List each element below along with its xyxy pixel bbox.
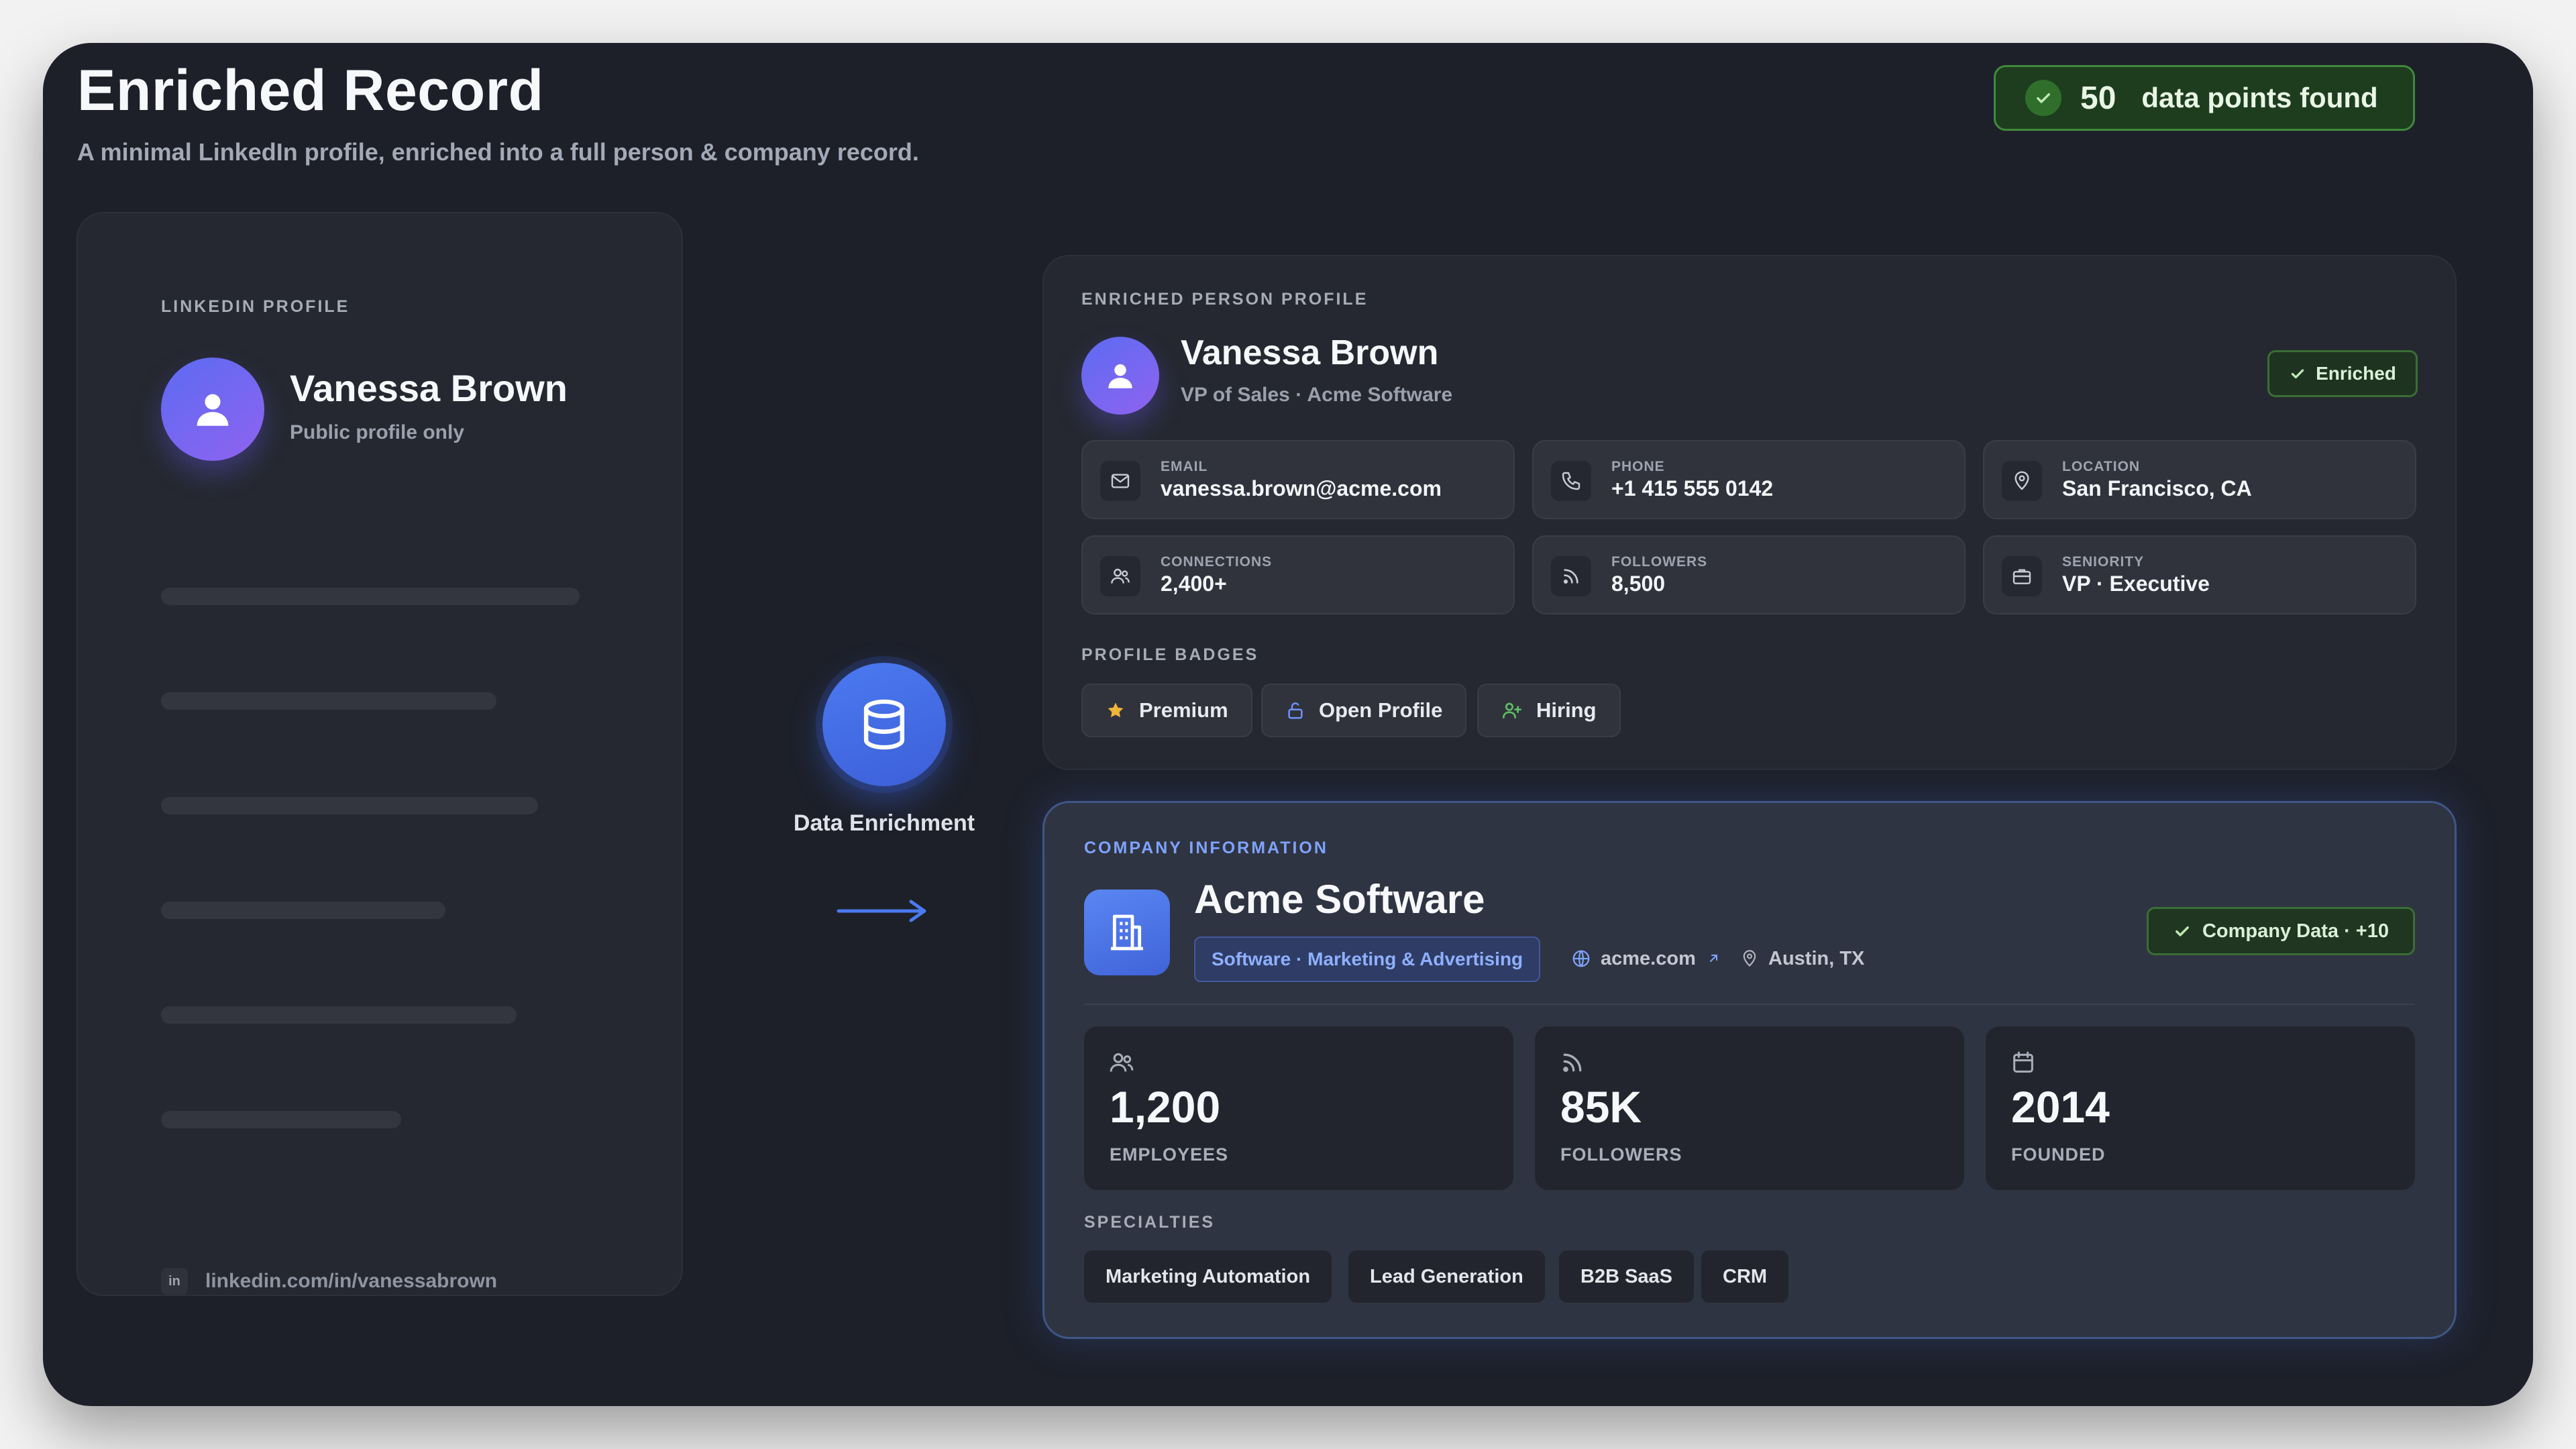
building-icon: [1111, 914, 1143, 951]
skeleton-line: [161, 692, 496, 710]
connections-label: CONNECTIONS: [1161, 554, 1273, 570]
users-icon: [1110, 1053, 1134, 1072]
employees-label: EMPLOYEES: [1110, 1144, 1229, 1165]
data-enrichment-label: Data Enrichment: [793, 810, 975, 836]
data-enrichment-node: [822, 663, 946, 786]
location-value: San Francisco, CA: [2062, 476, 2252, 500]
company-website[interactable]: acme.com: [1571, 942, 1721, 975]
seniority-value: VP · Executive: [2062, 572, 2210, 596]
specialties-section-label: SPECIALTIES: [1084, 1213, 1216, 1232]
industry-tag: Software · Marketing & Advertising: [1194, 936, 1541, 982]
location-icon: [2002, 461, 2042, 501]
skeleton-line: [161, 1111, 401, 1128]
enriched-status-text: Enriched: [2316, 363, 2396, 384]
seniority-label: SENIORITY: [2062, 554, 2145, 570]
badge-open-profile-label: Open Profile: [1319, 698, 1443, 722]
skeleton-line: [161, 902, 445, 919]
page-subtitle: A minimal LinkedIn profile, enriched int…: [77, 138, 919, 166]
unlock-icon: [1288, 702, 1303, 719]
person-role: VP of Sales · Acme Software: [1181, 384, 1453, 406]
badge-premium[interactable]: Premium: [1081, 684, 1252, 737]
linkedin-url-text[interactable]: linkedin.com/in/vanessabrown: [205, 1270, 497, 1293]
email-value[interactable]: vanessa.brown@acme.com: [1161, 476, 1442, 501]
followers-field: FOLLOWERS 8,500: [1532, 535, 1966, 614]
data-points-count: 50: [2080, 80, 2116, 116]
specialty-chip[interactable]: Marketing Automation: [1084, 1250, 1332, 1303]
linkedin-url[interactable]: in linkedin.com/in/vanessabrown: [161, 1268, 497, 1295]
user-icon: [1108, 364, 1132, 388]
phone-icon: [1551, 461, 1591, 501]
linkedin-icon: in: [161, 1268, 188, 1295]
mail-icon: [1100, 461, 1140, 501]
skeleton-line: [161, 1006, 517, 1024]
location-field: LOCATION San Francisco, CA: [1983, 440, 2416, 519]
badge-open-profile[interactable]: Open Profile: [1261, 684, 1467, 737]
followers-value: 8,500: [1611, 572, 1666, 596]
specialty-chip[interactable]: B2B SaaS: [1559, 1250, 1695, 1303]
company-location: Austin, TX: [1740, 942, 1864, 975]
connections-field: CONNECTIONS 2,400+: [1081, 535, 1515, 614]
calendar-icon: [2013, 1051, 2033, 1073]
company-data-badge-text: Company Data · +10: [2202, 920, 2389, 942]
followers-value: 85K: [1560, 1082, 1642, 1132]
badge-hiring-label: Hiring: [1536, 698, 1597, 722]
users-icon: [1100, 556, 1140, 596]
check-circle-icon: [2025, 80, 2061, 116]
email-label: EMAIL: [1161, 459, 1208, 474]
data-points-badge: 50 data points found: [1994, 65, 2415, 131]
stat-employees: 1,200 EMPLOYEES: [1084, 1026, 1513, 1190]
database-icon: [863, 699, 905, 750]
data-points-label: data points found: [2141, 82, 2378, 113]
rss-icon: [1551, 556, 1591, 596]
stat-followers: 85K FOLLOWERS: [1535, 1026, 1964, 1190]
founded-value: 2014: [2011, 1082, 2110, 1132]
person-section-label: ENRICHED PERSON PROFILE: [1081, 290, 1368, 309]
connections-value: 2,400+: [1161, 572, 1227, 596]
specialty-chip[interactable]: CRM: [1701, 1250, 1789, 1303]
followers-label: FOLLOWERS: [1560, 1144, 1682, 1165]
user-icon: [197, 394, 229, 426]
company-data-badge: Company Data · +10: [2147, 907, 2415, 955]
phone-field[interactable]: PHONE +1 415 555 0142: [1532, 440, 1966, 519]
briefcase-icon: [2002, 556, 2042, 596]
badges-section-label: PROFILE BADGES: [1081, 645, 1259, 664]
external-link-icon: [1709, 955, 1717, 962]
followers-label: FOLLOWERS: [1611, 554, 1708, 570]
rss-icon: [1563, 1053, 1582, 1072]
phone-value[interactable]: +1 415 555 0142: [1611, 476, 1773, 501]
company-logo: [1084, 890, 1170, 975]
company-website-text[interactable]: acme.com: [1601, 948, 1696, 970]
linkedin-subtitle: Public profile only: [290, 421, 465, 443]
person-name: Vanessa Brown: [1181, 333, 1439, 372]
check-icon: [2176, 926, 2189, 936]
seniority-field: SENIORITY VP · Executive: [1983, 535, 2416, 614]
arrow-right-icon: [837, 900, 926, 922]
company-location-text: Austin, TX: [1768, 947, 1865, 969]
star-icon: [1108, 702, 1124, 718]
person-avatar: [1081, 337, 1159, 415]
founded-label: FOUNDED: [2011, 1144, 2106, 1165]
location-icon: [1743, 950, 1756, 967]
page-title: Enriched Record: [77, 58, 544, 123]
globe-icon: [1572, 950, 1590, 967]
skeleton-line: [161, 588, 580, 605]
stat-founded: 2014 FOUNDED: [1986, 1026, 2415, 1190]
company-section-label: COMPANY INFORMATION: [1084, 839, 1328, 857]
linkedin-section-label: LINKEDIN PROFILE: [161, 297, 350, 316]
email-field[interactable]: EMAIL vanessa.brown@acme.com: [1081, 440, 1515, 519]
company-divider: [1084, 1004, 2415, 1005]
location-label: LOCATION: [2062, 459, 2141, 474]
enriched-status-badge: Enriched: [2267, 350, 2418, 397]
company-name: Acme Software: [1194, 877, 1485, 922]
badge-hiring[interactable]: Hiring: [1477, 684, 1621, 737]
employees-value: 1,200: [1110, 1082, 1221, 1132]
phone-label: PHONE: [1611, 459, 1665, 474]
specialty-chip[interactable]: Lead Generation: [1348, 1250, 1545, 1303]
skeleton-line: [161, 797, 538, 814]
user-plus-icon: [1503, 702, 1521, 718]
check-icon: [2291, 369, 2304, 379]
badge-premium-label: Premium: [1139, 698, 1228, 722]
linkedin-avatar: [161, 358, 264, 461]
linkedin-name: Vanessa Brown: [290, 367, 568, 409]
